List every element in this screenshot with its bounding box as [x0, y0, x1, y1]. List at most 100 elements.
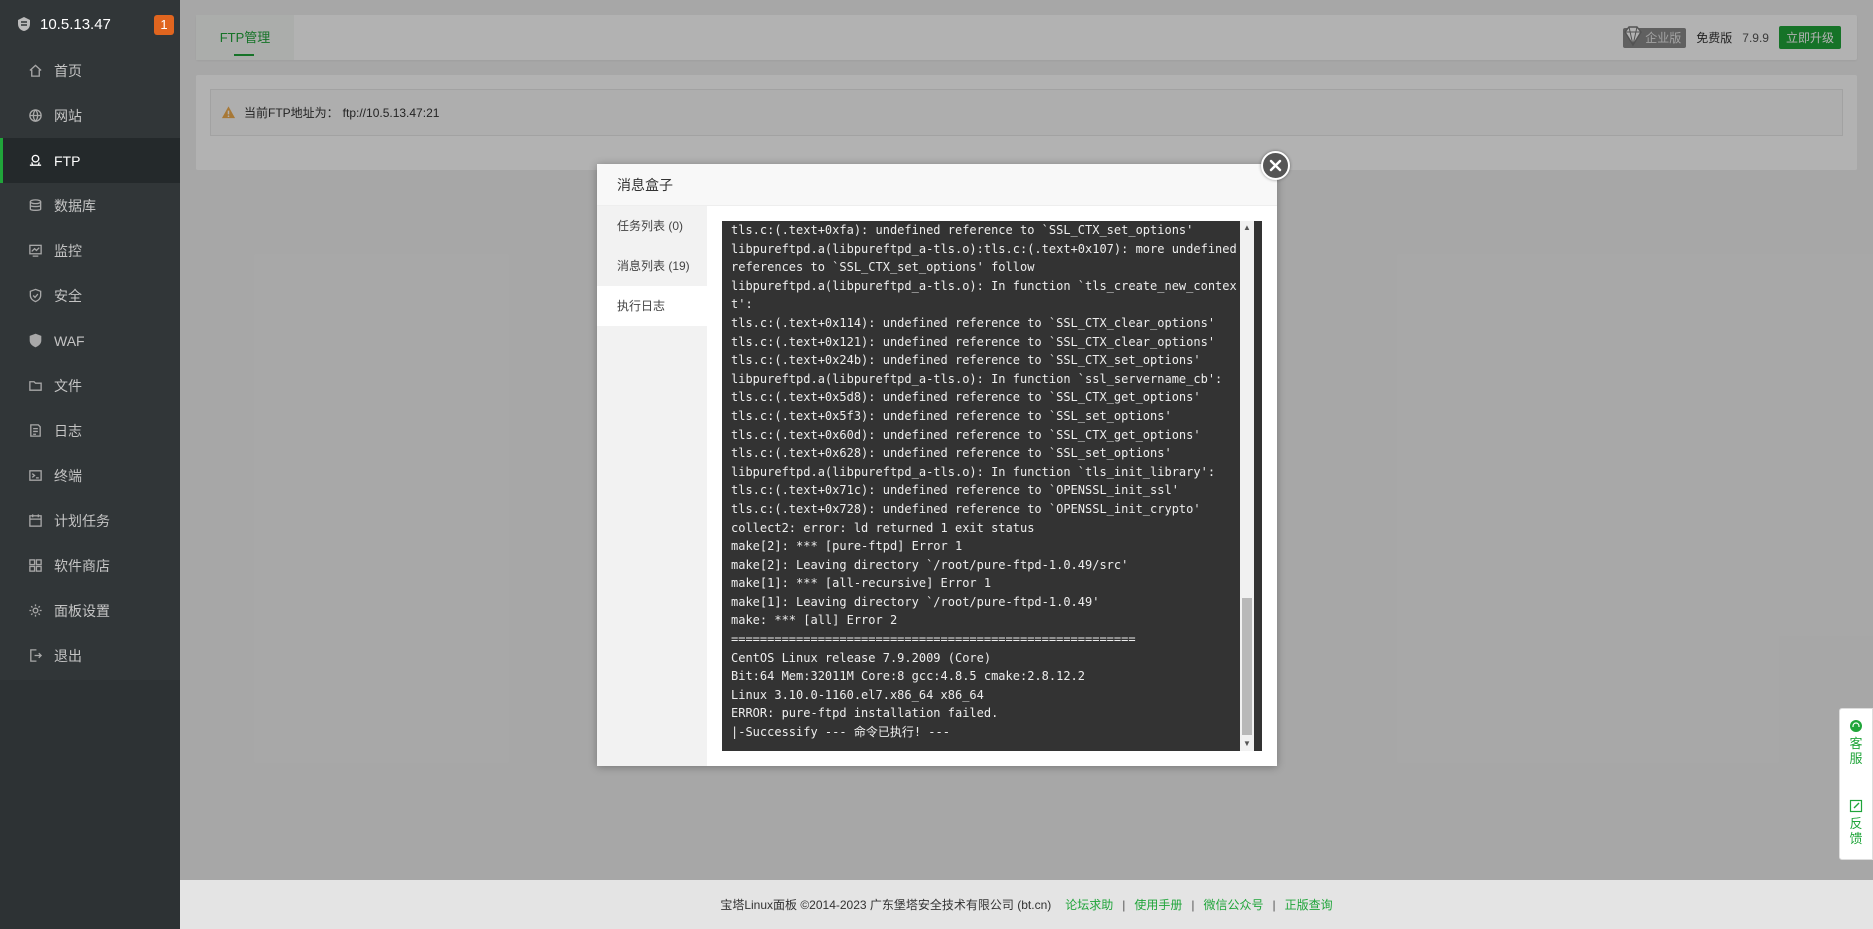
log-line: libpureftpd.a(libpureftpd_a-tls.o):tls.c…	[731, 241, 1237, 256]
sidebar-item-label: 计划任务	[54, 512, 110, 529]
sidebar-item-label: 退出	[54, 647, 82, 664]
sidebar-item-3[interactable]: 数据库	[0, 183, 180, 228]
footer-separator: |	[1191, 897, 1195, 912]
sidebar-item-label: WAF	[54, 332, 85, 349]
sidebar-item-13[interactable]: 退出	[0, 633, 180, 678]
log-line: tls.c:(.text+0x5d8): undefined reference…	[731, 390, 1201, 405]
sidebar-item-0[interactable]: 首页	[0, 48, 180, 93]
sidebar-item-5[interactable]: 安全	[0, 273, 180, 318]
log-line: libpureftpd.a(libpureftpd_a-tls.o): In f…	[731, 278, 1237, 293]
footer: 宝塔Linux面板 ©2014-2023 广东堡塔安全技术有限公司 (bt.cn…	[180, 880, 1873, 929]
sidebar-item-7[interactable]: 文件	[0, 363, 180, 408]
sidebar-item-label: 面板设置	[54, 602, 110, 619]
footer-link-forum[interactable]: 论坛求助	[1065, 896, 1113, 913]
footer-link-wechat[interactable]: 微信公众号	[1204, 896, 1264, 913]
notification-badge[interactable]: 1	[154, 15, 174, 35]
log-line: tls.c:(.text+0x71c): undefined reference…	[731, 483, 1179, 498]
sidebar-header: 10.5.13.47 1	[0, 0, 180, 48]
log-line: make: *** [all] Error 2	[731, 613, 898, 628]
log-line: references to `SSL_CTX_set_options' foll…	[731, 260, 1035, 275]
shield-icon	[29, 288, 42, 303]
footer-link-license[interactable]: 正版查询	[1285, 896, 1333, 913]
log-line: make[2]: *** [pure-ftpd] Error 1	[731, 539, 963, 554]
sidebar-bottom	[0, 680, 180, 929]
log-line: libpureftpd.a(libpureftpd_a-tls.o): In f…	[731, 371, 1223, 386]
feedback-button[interactable]: 反馈	[1840, 799, 1872, 846]
dialog-title: 消息盒子	[597, 164, 1277, 206]
scroll-up-arrow-icon[interactable]: ▲	[1240, 221, 1254, 235]
log-line: tls.c:(.text+0x121): undefined reference…	[731, 334, 1216, 349]
footer-separator: |	[1272, 897, 1276, 912]
dialog-nav-item-2[interactable]: 执行日志	[597, 286, 707, 326]
log-line: tls.c:(.text+0x5f3): undefined reference…	[731, 408, 1172, 423]
execution-log-console[interactable]: tls.c:(.text+0xfa): undefined reference …	[722, 221, 1262, 751]
footer-separator: |	[1122, 897, 1126, 912]
apps-icon	[29, 559, 42, 572]
headset-icon	[1850, 720, 1862, 732]
sidebar-item-2[interactable]: FTP	[0, 138, 180, 183]
log-line: Linux 3.10.0-1160.el7.x86_64 x86_64	[731, 687, 984, 702]
sidebar-item-8[interactable]: 日志	[0, 408, 180, 453]
footer-copyright: 宝塔Linux面板 ©2014-2023 广东堡塔安全技术有限公司 (bt.cn…	[720, 898, 1052, 912]
globe-icon	[29, 109, 42, 123]
log-line: make[1]: Leaving directory `/root/pure-f…	[731, 594, 1100, 609]
log-icon	[30, 424, 41, 437]
sidebar-item-label: 数据库	[54, 197, 96, 214]
sidebar-item-label: 日志	[54, 422, 82, 439]
log-line: tls.c:(.text+0x728): undefined reference…	[731, 501, 1201, 516]
terminal-icon	[29, 470, 42, 481]
log-line: make[2]: Leaving directory `/root/pure-f…	[731, 557, 1129, 572]
log-line: |-Successify --- 命令已执行! ---	[731, 725, 950, 740]
sidebar-item-10[interactable]: 计划任务	[0, 498, 180, 543]
side-tools: 客服 反馈	[1839, 708, 1873, 860]
sidebar-menu: 首页网站 FTP 数据库监控 安全 WAF 文件日志终端计划任务软件商店面板设置退出	[0, 48, 180, 678]
log-line: CentOS Linux release 7.9.2009 (Core)	[731, 650, 992, 665]
sidebar-item-label: 文件	[54, 377, 82, 394]
log-scrollbar[interactable]: ▲ ▼	[1240, 221, 1254, 751]
sidebar-item-label: FTP	[54, 152, 81, 169]
scroll-thumb[interactable]	[1242, 598, 1252, 735]
log-line: Bit:64 Mem:32011M Core:8 gcc:4.8.5 cmake…	[731, 669, 1086, 684]
log-line: tls.c:(.text+0xfa): undefined reference …	[731, 223, 1194, 237]
logout-icon	[30, 649, 43, 662]
monitor-icon	[29, 244, 42, 257]
calendar-icon	[29, 514, 42, 527]
edit-icon	[1849, 799, 1863, 813]
sidebar-item-9[interactable]: 终端	[0, 453, 180, 498]
log-line: ========================================…	[731, 632, 1136, 647]
log-lines: tls.c:(.text+0xfa): undefined reference …	[731, 221, 1241, 742]
log-line: make[1]: *** [all-recursive] Error 1	[731, 576, 992, 591]
sidebar-item-12[interactable]: 面板设置	[0, 588, 180, 633]
sidebar-item-label: 网站	[54, 107, 82, 124]
close-icon	[1269, 159, 1282, 172]
log-line: tls.c:(.text+0x114): undefined reference…	[731, 315, 1216, 330]
customer-service-button[interactable]: 客服	[1840, 719, 1872, 766]
sidebar-item-4[interactable]: 监控	[0, 228, 180, 273]
customer-service-label: 客服	[1849, 736, 1863, 766]
database-icon	[29, 199, 42, 211]
log-line: tls.c:(.text+0x628): undefined reference…	[731, 446, 1172, 461]
sidebar-item-label: 终端	[54, 467, 82, 484]
sidebar-item-11[interactable]: 软件商店	[0, 543, 180, 588]
waf-shield-icon	[29, 333, 42, 348]
server-host: 10.5.13.47	[40, 15, 111, 33]
dialog-nav-item-0[interactable]: 任务列表 (0)	[597, 206, 707, 246]
log-line: collect2: error: ld returned 1 exit stat…	[731, 520, 1035, 535]
feedback-label: 反馈	[1849, 816, 1863, 846]
sidebar-item-1[interactable]: 网站	[0, 93, 180, 138]
log-line: libpureftpd.a(libpureftpd_a-tls.o): In f…	[731, 464, 1216, 479]
log-line: tls.c:(.text+0x24b): undefined reference…	[731, 353, 1201, 368]
close-dialog-button[interactable]	[1261, 151, 1290, 180]
footer-link-manual[interactable]: 使用手册	[1134, 896, 1182, 913]
log-line: ERROR: pure-ftpd installation failed.	[731, 706, 999, 721]
scroll-down-arrow-icon[interactable]: ▼	[1240, 737, 1254, 751]
log-line: t':	[731, 297, 753, 312]
gear-icon	[29, 604, 42, 617]
ftp-icon	[29, 154, 42, 166]
home-icon	[29, 64, 42, 77]
dialog-nav-item-1[interactable]: 消息列表 (19)	[597, 246, 707, 286]
bt-logo-icon	[18, 17, 30, 31]
sidebar: 10.5.13.47 1 首页网站 FTP 数据库监控 安全 WAF 文件日志终端计划任务…	[0, 0, 180, 929]
sidebar-item-6[interactable]: WAF	[0, 318, 180, 363]
message-box-dialog: 消息盒子 任务列表 (0) 消息列表 (19) 执行日志 tls.c:(.text+…	[597, 164, 1277, 766]
